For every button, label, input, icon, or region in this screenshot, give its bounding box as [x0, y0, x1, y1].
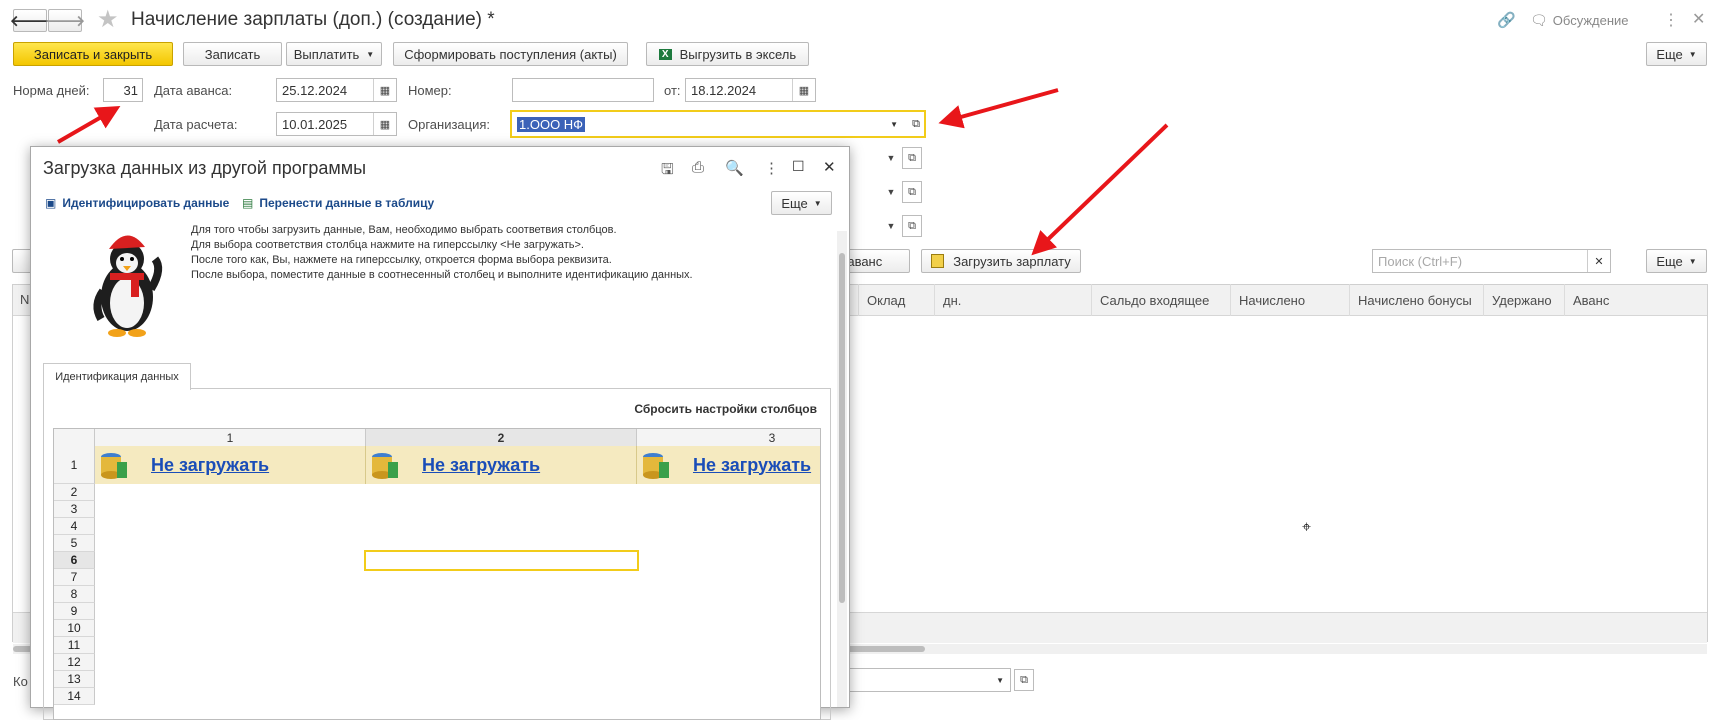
column-number[interactable]: 1: [95, 429, 366, 446]
identify-data-label: Идентифицировать данные: [62, 196, 230, 210]
more-menu-icon[interactable]: ⋮: [764, 159, 779, 177]
print-icon[interactable]: ⎙: [692, 159, 704, 176]
column-mapping-cell[interactable]: Не загружать: [95, 446, 366, 484]
column-mapping-cell[interactable]: Не загружать: [366, 446, 637, 484]
preview-icon[interactable]: 🔍: [725, 159, 744, 177]
dialog-more-button[interactable]: Еще ▼: [771, 191, 832, 215]
save-icon[interactable]: 🖫: [661, 159, 674, 184]
row-number[interactable]: 3: [54, 501, 95, 518]
annotation-arrow-load-salary: [1031, 123, 1169, 256]
instruction-line: Для того чтобы загрузить данные, Вам, не…: [191, 224, 617, 236]
selected-cell[interactable]: [364, 550, 639, 571]
tab-data-identification[interactable]: Идентификация данных: [43, 363, 191, 390]
column-number[interactable]: 2: [366, 429, 637, 446]
row-number[interactable]: 14: [54, 688, 95, 705]
annotation-arrow-organization: [938, 88, 1059, 129]
row-number[interactable]: 7: [54, 569, 95, 586]
row-number[interactable]: 1: [54, 446, 95, 484]
row-number[interactable]: 10: [54, 620, 95, 637]
instruction-line: Для выбора соответствия столбца нажмите …: [191, 239, 584, 251]
annotation-arrow-norm-days: [57, 106, 121, 144]
row-number[interactable]: 2: [54, 484, 95, 501]
row-number[interactable]: 13: [54, 671, 95, 688]
dialog-vertical-scrollbar[interactable]: [837, 231, 847, 707]
row-number[interactable]: 12: [54, 654, 95, 671]
transfer-data-button[interactable]: ▤ Перенести данные в таблицу: [242, 196, 434, 210]
not-load-link[interactable]: Не загружать: [693, 455, 811, 476]
database-icon: [101, 453, 127, 479]
column-number-corner: [54, 429, 95, 446]
row-number[interactable]: 8: [54, 586, 95, 603]
table-icon: ▤: [242, 196, 254, 210]
row-number[interactable]: 9: [54, 603, 95, 620]
column-mapping-cell[interactable]: Не загружать: [637, 446, 820, 484]
identify-icon: ▣: [45, 196, 57, 210]
tab-label: Идентификация данных: [55, 371, 179, 383]
reset-columns-button[interactable]: Сбросить настройки столбцов: [634, 402, 817, 416]
database-icon: [372, 453, 398, 479]
scrollbar-thumb[interactable]: [839, 253, 845, 603]
dialog-more-label: Еще: [781, 195, 808, 211]
row-number[interactable]: 6: [54, 552, 95, 569]
not-load-link[interactable]: Не загружать: [151, 455, 269, 476]
transfer-data-label: Перенести данные в таблицу: [259, 196, 435, 210]
instructions-text: Для того чтобы загрузить данные, Вам, не…: [191, 223, 693, 283]
not-load-link[interactable]: Не загружать: [422, 455, 540, 476]
penguin-mascot-image: [93, 235, 163, 337]
dialog-title: Загрузка данных из другой программы: [43, 158, 367, 178]
instruction-line: После того как, Вы, нажмете на гиперссыл…: [191, 254, 612, 266]
close-icon[interactable]: ✕: [823, 158, 836, 176]
instruction-line: После выбора, поместите данные в соотнес…: [191, 269, 693, 281]
row-number[interactable]: 11: [54, 637, 95, 654]
chevron-down-icon: ▼: [813, 198, 822, 208]
import-dialog[interactable]: Загрузка данных из другой программы 🖫 ⎙ …: [30, 146, 850, 720]
database-icon: [643, 453, 669, 479]
identify-data-button[interactable]: ▣ Идентифицировать данные: [45, 196, 229, 210]
row-number[interactable]: 4: [54, 518, 95, 535]
maximize-icon[interactable]: ☐: [792, 158, 805, 175]
spreadsheet-grid[interactable]: 1 2 3 1 Не загружать Не загружать Не заг…: [53, 428, 821, 720]
row-number[interactable]: 5: [54, 535, 95, 552]
column-number[interactable]: 3: [637, 429, 820, 446]
